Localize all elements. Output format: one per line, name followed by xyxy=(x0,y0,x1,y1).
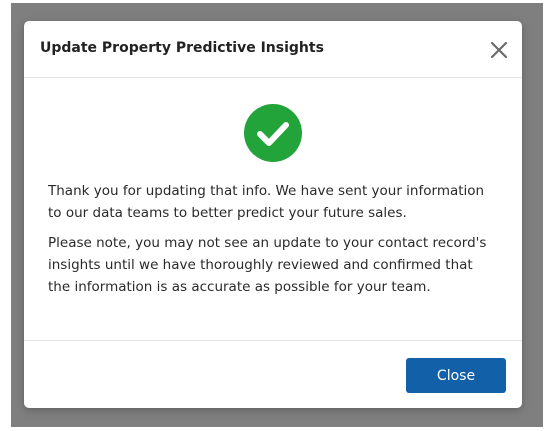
check-circle-icon xyxy=(244,104,302,162)
review-note-message: Please note, you may not see an update t… xyxy=(48,235,487,295)
dialog-title: Update Property Predictive Insights xyxy=(40,40,324,56)
confirmation-message: Thank you for updating that info. We hav… xyxy=(48,183,485,221)
dialog-header: Update Property Predictive Insights xyxy=(24,21,522,78)
update-insights-dialog: Update Property Predictive Insights Than… xyxy=(24,21,522,408)
dialog-footer: Close xyxy=(24,340,522,408)
close-icon[interactable] xyxy=(488,39,510,61)
close-button[interactable]: Close xyxy=(406,358,506,393)
dialog-body: Thank you for updating that info. We hav… xyxy=(24,79,522,339)
